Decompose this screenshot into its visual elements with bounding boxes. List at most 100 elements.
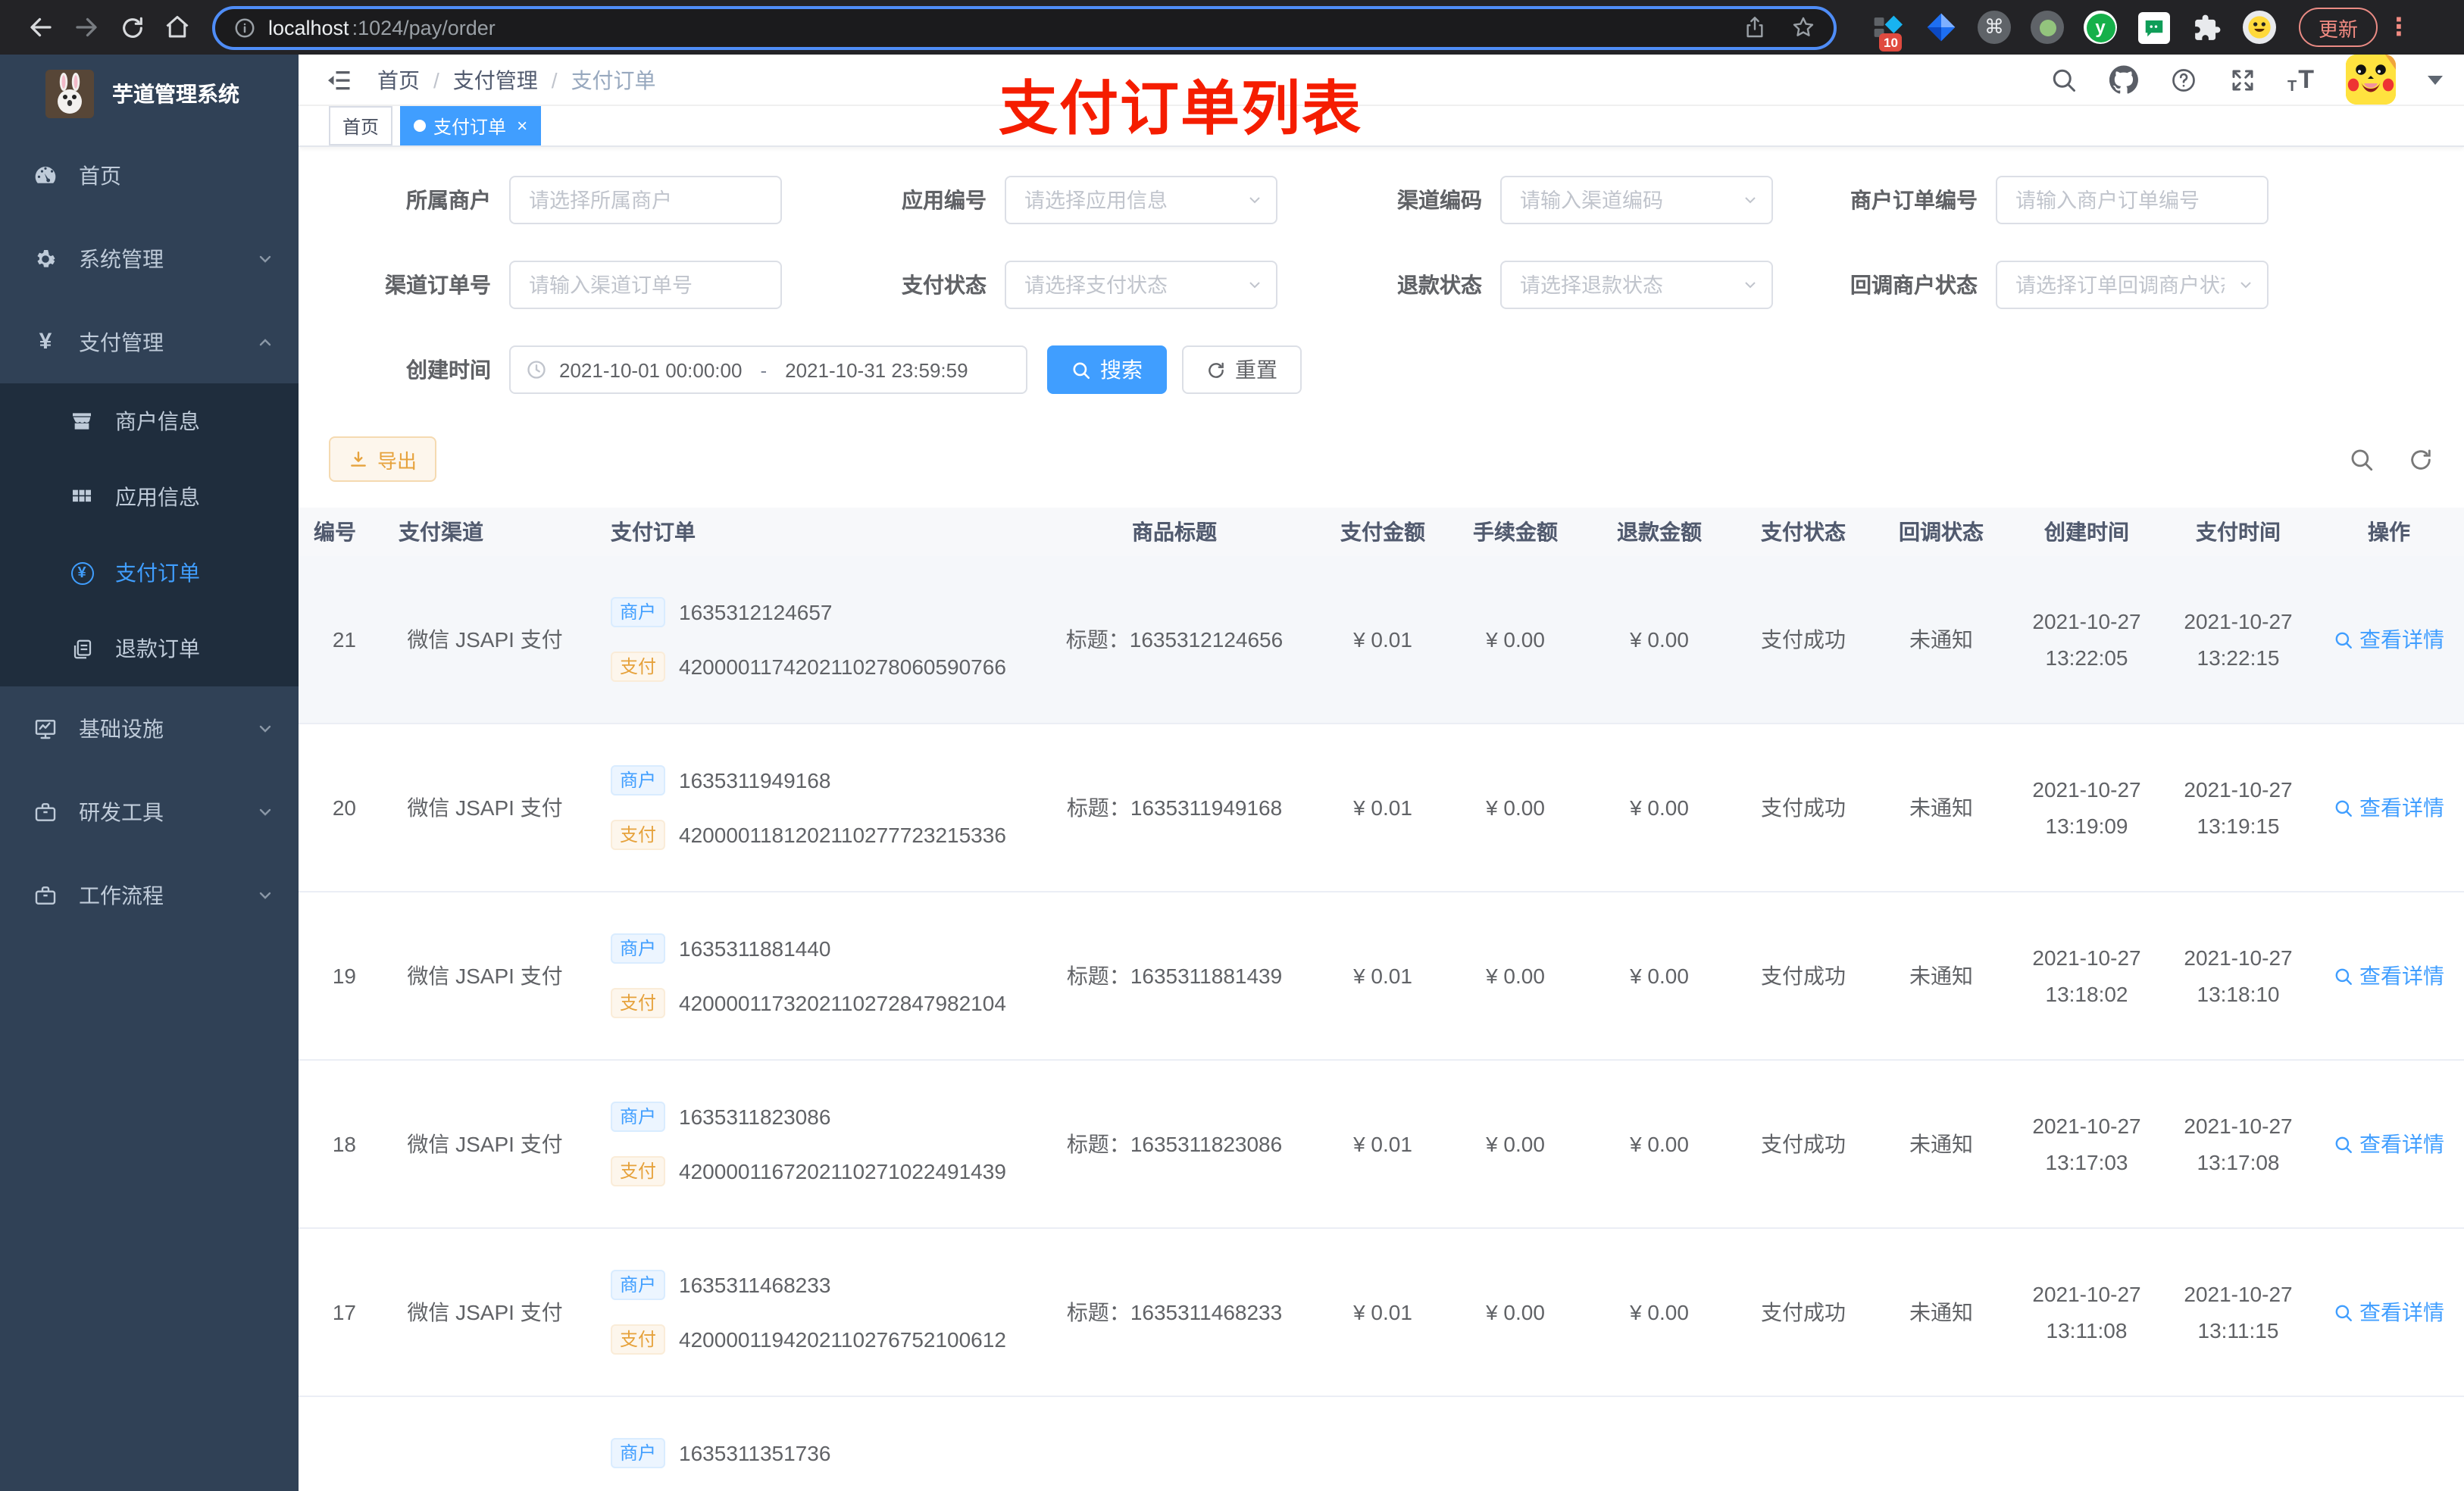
extension-recorder-icon[interactable] [2029,9,2065,45]
sidebar-item-label: 应用信息 [115,485,200,509]
share-icon[interactable] [1743,15,1767,39]
github-icon[interactable] [2109,65,2137,94]
browser-forward-icon[interactable] [64,5,109,50]
merchant-order-no: 1635311881440 [679,936,831,961]
browser-menu-icon[interactable]: ⋮ [2387,12,2411,42]
filter-pay-status: 支付状态 [838,261,1334,309]
cell-action: 查看详情 [2314,556,2464,723]
orders-table: 编号 支付渠道 支付订单 商品标题 支付金额 手续金额 退款金额 支付状态 回调… [299,508,2464,1491]
view-detail-link[interactable]: 查看详情 [2334,1297,2444,1327]
sidebar-item-workflow[interactable]: 工作流程 [0,853,299,936]
tab-home[interactable]: 首页 [329,106,393,145]
extension-command-icon[interactable]: ⌘ [1976,9,2012,45]
refund-status-select[interactable] [1500,261,1773,309]
view-detail-link[interactable]: 查看详情 [2334,624,2444,655]
cell-action: 查看详情 [2314,1229,2464,1396]
site-info-icon[interactable] [233,16,256,39]
cell-fee-amount: ¥ 0.00 [1486,1132,1545,1156]
extensions-puzzle-icon[interactable] [2188,9,2225,45]
avatar[interactable] [2346,55,2396,105]
cell-pay-status: 支付成功 [1761,796,1846,820]
table-row: 21 微信 JSAPI 支付 商户 1635312124657 支付 4200001… [299,556,2464,724]
tab-label: 支付订单 [433,116,507,137]
tab-pay-order[interactable]: 支付订单 × [400,106,542,145]
cell-pay-status: 支付成功 [1761,964,1846,988]
search-icon [2334,798,2353,817]
browser-reload-icon[interactable] [109,5,155,50]
bookmark-star-icon[interactable] [1791,15,1815,39]
fullscreen-icon[interactable] [2228,66,2256,93]
table-search-icon[interactable] [2349,446,2375,472]
cell-pay-order: 商户 1635311949168 支付 4200001181202110277723… [599,724,1030,891]
cell-title: 标题： 1635312124656 [1065,627,1284,652]
cell-pay-amount: ¥ 0.01 [1353,1300,1412,1324]
cell-channel: 微信 JSAPI 支付 [407,1300,563,1324]
filter-form: 所属商户 应用编号 渠道编码 [299,147,2464,430]
view-detail-link[interactable]: 查看详情 [2334,792,2444,823]
view-detail-link[interactable]: 查看详情 [2334,961,2444,991]
sidebar-item-pay-order[interactable]: ¥ 支付订单 [0,535,299,611]
channel-order-no: 4200001173202110272847982104 [679,991,1006,1015]
search-button[interactable]: 搜索 [1047,345,1167,394]
col-id: 编号 [314,520,356,544]
cell-pay-amount: ¥ 0.01 [1353,964,1412,988]
callback-status-select[interactable] [1996,261,2269,309]
export-button[interactable]: 导出 [329,436,437,482]
app-select[interactable] [1005,176,1277,224]
cell-callback-status: 未通知 [1909,796,1973,820]
document-copy-icon [70,636,94,661]
help-icon[interactable] [2169,66,2197,93]
extension-kite-icon[interactable] [1923,9,1959,45]
sidebar-item-label: 退款订单 [115,636,200,661]
address-bar[interactable]: localhost:1024/pay/order [212,5,1837,49]
caret-down-icon[interactable] [2428,75,2443,84]
sidebar-item-app-info[interactable]: 应用信息 [0,459,299,535]
extension-chat-icon[interactable] [2135,9,2172,45]
reset-button[interactable]: 重置 [1182,345,1302,394]
font-size-icon[interactable]: TT [2287,64,2314,95]
cell-refund-amount: ¥ 0.00 [1630,796,1689,820]
extension-emoji-icon[interactable] [2241,9,2278,45]
gear-icon [33,246,58,270]
sidebar-item-home[interactable]: 首页 [0,133,299,217]
merchant-input[interactable] [509,176,782,224]
browser-back-icon[interactable] [18,5,64,50]
channel-order-no-input[interactable] [509,261,782,309]
browser-home-icon[interactable] [155,5,200,50]
cell-action [2314,1397,2464,1491]
cell-create-time: 2021-10-27 13:17:03 [2032,1113,2141,1174]
view-detail-link[interactable]: 查看详情 [2334,1129,2444,1159]
annotation-title: 支付订单列表 [999,77,1363,142]
cell-pay-time: 2021-10-27 13:18:10 [2184,945,2293,1005]
sidebar-item-pay[interactable]: ¥ 支付管理 [0,300,299,383]
breadcrumb-home[interactable]: 首页 [377,64,420,95]
sidebar-item-refund-order[interactable]: 退款订单 [0,611,299,686]
cell-pay-time: 2021-10-27 13:19:15 [2184,777,2293,837]
date-range-picker[interactable]: 2021-10-01 00:00:00 - 2021-10-31 23:59:5… [509,345,1027,394]
toolbox-icon [33,799,58,824]
channel-code-select[interactable] [1500,176,1773,224]
extension-y-icon[interactable]: y [2082,9,2118,45]
breadcrumb-pay[interactable]: 支付管理 [453,64,538,95]
table-row: 18 微信 JSAPI 支付 商户 1635311823086 支付 4200001… [299,1061,2464,1229]
extension-blue-diamond-icon[interactable]: 10 [1870,9,1906,52]
sidebar-item-merchant-info[interactable]: 商户信息 [0,383,299,459]
search-icon[interactable] [2050,66,2077,93]
sidebar-item-dev-tools[interactable]: 研发工具 [0,770,299,853]
pay-tag: 支付 [611,1324,666,1355]
sidebar-item-label: 首页 [79,163,121,187]
cell-fee-amount: ¥ 0.00 [1486,1300,1545,1324]
active-dot [414,120,427,132]
close-icon[interactable]: × [517,115,527,136]
filter-merchant-order-no: 商户订单编号 [1829,176,2325,224]
sidebar-fold-icon[interactable] [326,66,353,93]
table-refresh-icon[interactable] [2408,446,2434,472]
sidebar-item-system[interactable]: 系统管理 [0,217,299,300]
cell-pay-amount [1318,1397,1447,1491]
merchant-order-no-input[interactable] [1996,176,2269,224]
browser-update-button[interactable]: 更新 [2299,8,2378,47]
pay-status-select[interactable] [1005,261,1277,309]
cell-pay-amount: ¥ 0.01 [1353,1132,1412,1156]
cell-action: 查看详情 [2314,892,2464,1059]
sidebar-item-infra[interactable]: 基础设施 [0,686,299,770]
